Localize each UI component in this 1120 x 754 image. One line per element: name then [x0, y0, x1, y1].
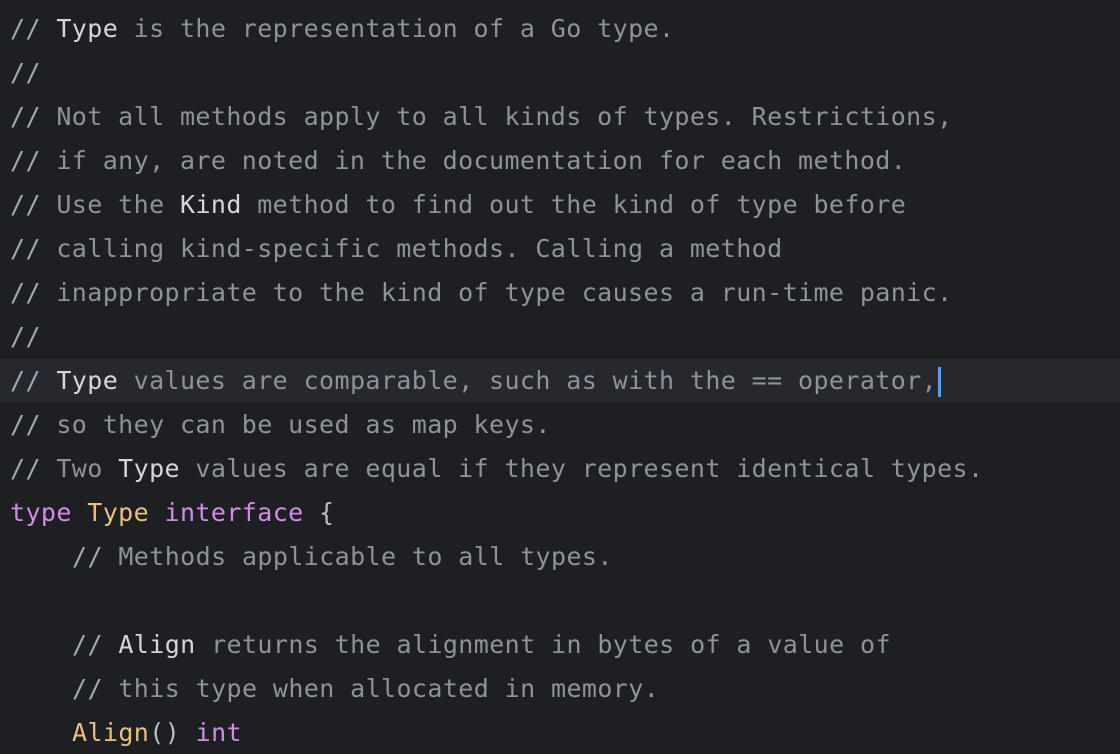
comment-marker: // — [10, 102, 41, 131]
code-line-current[interactable]: // Type values are comparable, such as w… — [0, 359, 1120, 403]
doc-reference: Type — [118, 454, 180, 483]
code-text: values are comparable, such as with the … — [118, 366, 938, 395]
text-caret — [938, 367, 942, 397]
keyword-token: interface — [164, 498, 304, 527]
code-text: () — [149, 718, 196, 747]
code-line[interactable]: // Two Type values are equal if they rep… — [0, 447, 1120, 491]
code-line[interactable]: // Use the Kind method to find out the k… — [0, 183, 1120, 227]
comment-marker: // — [10, 234, 41, 263]
doc-reference: Align — [118, 630, 196, 659]
code-text: Not all methods apply to all kinds of ty… — [40, 102, 953, 131]
code-line[interactable]: // inappropriate to the kind of type cau… — [0, 271, 1120, 315]
code-line[interactable]: // Not all methods apply to all kinds of… — [0, 95, 1120, 139]
type-name-token: Type — [87, 498, 150, 527]
method-name-token: Align — [72, 718, 150, 747]
code-text: so they can be used as map keys. — [40, 410, 551, 439]
code-line[interactable]: type Type interface { — [0, 491, 1120, 535]
code-line[interactable]: // this type when allocated in memory. — [0, 667, 1120, 711]
code-line[interactable]: // Type is the representation of a Go ty… — [0, 7, 1120, 51]
comment-marker: // — [10, 366, 41, 395]
comment-marker: // — [72, 674, 103, 703]
code-text: values are equal if they represent ident… — [179, 454, 984, 483]
code-line[interactable]: // so they can be used as map keys. — [0, 403, 1120, 447]
code-line[interactable]: // Align returns the alignment in bytes … — [0, 623, 1120, 667]
code-line[interactable]: // — [0, 315, 1120, 359]
comment-marker: // — [10, 146, 41, 175]
code-text: calling kind-specific methods. Calling a… — [40, 234, 783, 263]
code-text: inappropriate to the kind of type causes… — [40, 278, 953, 307]
code-line[interactable]: // calling kind-specific methods. Callin… — [0, 227, 1120, 271]
code-text: Methods applicable to all types. — [102, 542, 613, 571]
comment-marker: // — [10, 410, 41, 439]
code-line[interactable]: // if any, are noted in the documentatio… — [0, 139, 1120, 183]
comment-marker: // — [10, 322, 41, 351]
code-line[interactable] — [0, 579, 1120, 623]
code-text: { — [303, 498, 335, 527]
keyword-token: type — [10, 498, 72, 527]
code-text: Two — [40, 454, 119, 483]
code-line[interactable]: // — [0, 51, 1120, 95]
comment-marker: // — [72, 542, 103, 571]
code-editor[interactable]: // Type is the representation of a Go ty… — [0, 0, 1120, 754]
doc-reference: Type — [56, 14, 119, 43]
comment-marker: // — [10, 454, 41, 483]
code-text: Use the — [40, 190, 180, 219]
code-line[interactable]: Align() int — [0, 711, 1120, 754]
comment-marker: // — [10, 58, 41, 87]
code-text: this type when allocated in memory. — [102, 674, 660, 703]
code-text: method to find out the kind of type befo… — [241, 190, 907, 219]
comment-marker: // — [72, 630, 103, 659]
code-text: if any, are noted in the documentation f… — [40, 146, 907, 175]
comment-marker: // — [10, 190, 41, 219]
doc-reference: Kind — [179, 190, 242, 219]
code-text: is the representation of a Go type. — [118, 14, 675, 43]
comment-marker: // — [10, 278, 41, 307]
doc-reference: Type — [56, 366, 119, 395]
keyword-token: int — [195, 718, 242, 747]
comment-marker: // — [10, 14, 41, 43]
code-line[interactable]: // Methods applicable to all types. — [0, 535, 1120, 579]
code-text: returns the alignment in bytes of a valu… — [195, 630, 891, 659]
